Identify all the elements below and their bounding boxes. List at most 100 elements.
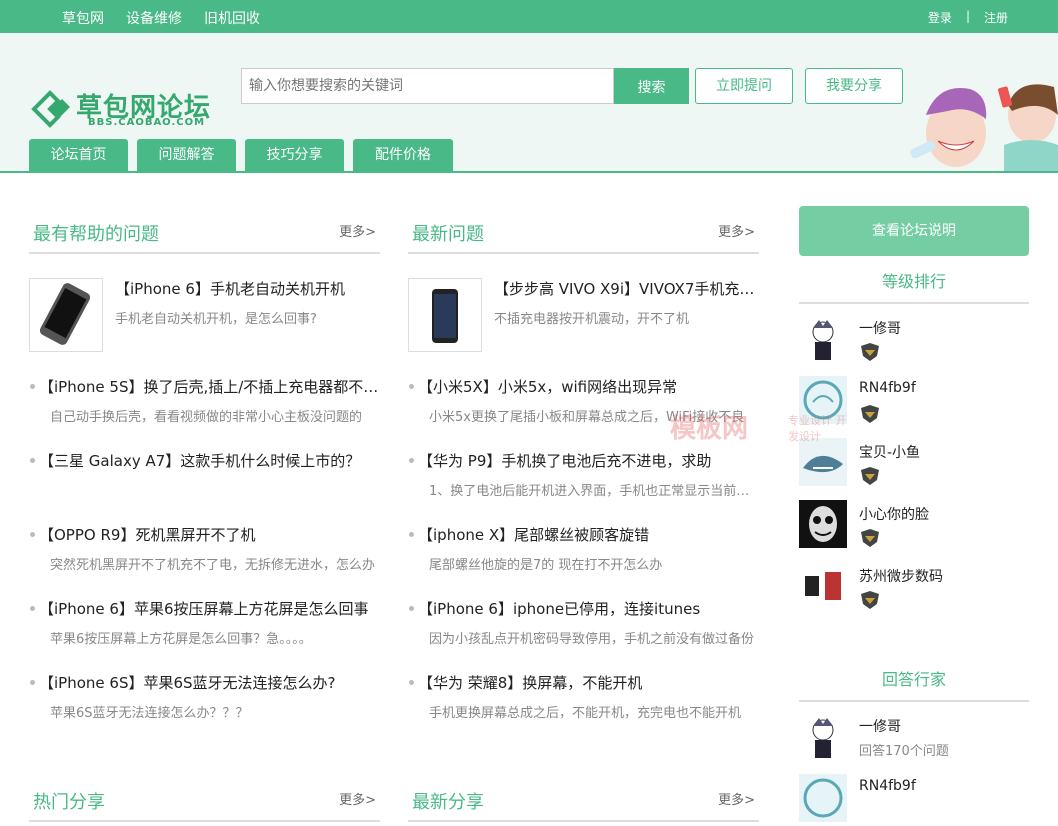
avatar[interactable]: [799, 314, 847, 362]
cartoon-avatar-icon: [799, 314, 847, 362]
bullet-icon: [30, 680, 35, 685]
site-logo[interactable]: 草包网论坛 BBS.CAOBAO.COM: [30, 85, 220, 133]
item-title[interactable]: 【iPhone 6】iphone已停用，连接itunes: [418, 598, 759, 619]
more-link[interactable]: 更多>: [339, 221, 376, 240]
avatar[interactable]: [799, 774, 847, 822]
rank-name[interactable]: RN4fb9f: [859, 380, 916, 396]
phone-thumbnail[interactable]: [408, 278, 482, 352]
avatar[interactable]: [799, 562, 847, 610]
avatar[interactable]: [799, 438, 847, 486]
featured-question[interactable]: 【iPhone 6】手机老自动关机开机 手机老自动关机开机，是怎么回事?: [29, 278, 380, 352]
more-link[interactable]: 更多>: [718, 221, 755, 240]
search-button[interactable]: 搜索: [614, 68, 689, 104]
featured-question[interactable]: 【步步高 VIVO X9i】VIVOX7手机充电问题 不插充电器按开机震动，开不…: [408, 278, 759, 352]
list-item[interactable]: 【华为 荣耀8】换屏幕，不能开机 手机更换屏幕总成之后，不能开机，充完电也不能开机: [408, 672, 759, 746]
list-item[interactable]: 【小米5X】小米5x，wifi网络出现异常 小米5x更换了尾插小板和屏幕总成之后，…: [408, 376, 759, 450]
tab-forum-home[interactable]: 论坛首页: [29, 139, 128, 171]
list-item[interactable]: 【iPhone 6】苹果6按压屏幕上方花屏是怎么回事苹果6按压屏幕上方花屏是怎么…: [29, 598, 380, 672]
search-input[interactable]: [241, 68, 614, 104]
expert-answer-count: 回答170个问题: [859, 744, 949, 759]
sidebar: 查看论坛说明 等级排行 一修哥 RN4fb9f 宝贝-小鱼 小心你的脸 苏州微步…: [799, 206, 1029, 826]
avatar[interactable]: [799, 500, 847, 548]
item-title[interactable]: 【iphone X】尾部螺丝被顾客旋错: [418, 524, 759, 545]
answer-experts-title: 回答行家: [799, 654, 1029, 702]
mask-avatar-icon: [799, 500, 847, 548]
rank-name[interactable]: 苏州微步数码: [859, 566, 943, 586]
item-title[interactable]: 【OPPO R9】死机黑屏开不了机: [39, 524, 380, 545]
main-tabs: 论坛首页 问题解答 技巧分享 配件价格: [29, 139, 462, 171]
logo-avatar-icon: [799, 562, 847, 610]
expert-name[interactable]: RN4fb9f: [859, 778, 916, 794]
section-title: 热门分享: [33, 792, 105, 813]
item-title[interactable]: 【iPhone 6】苹果6按压屏幕上方花屏是怎么回事: [39, 598, 380, 619]
rank-item[interactable]: 苏州微步数码: [799, 552, 1029, 614]
list-item[interactable]: 【iphone X】尾部螺丝被顾客旋错尾部螺丝他旋的是7的 现在打不开怎么办: [408, 524, 759, 598]
rank-name[interactable]: 小心你的脸: [859, 504, 929, 524]
item-title[interactable]: 【华为 荣耀8】换屏幕，不能开机: [418, 672, 759, 693]
item-desc: 因为小孩乱点开机密码导致停用，手机之前没有做过备份: [429, 632, 755, 647]
register-link[interactable]: 注册: [984, 9, 1008, 26]
list-item[interactable]: 【iPhone 6S】苹果6S蓝牙无法连接怎么办? 苹果6S蓝牙无法连接怎么办？？…: [29, 672, 380, 746]
avatar[interactable]: [799, 376, 847, 424]
featured-title[interactable]: 【步步高 VIVO X9i】VIVOX7手机充电问题: [494, 278, 759, 299]
expert-name[interactable]: 一修哥: [859, 716, 901, 736]
avatar[interactable]: [799, 712, 847, 760]
list-item[interactable]: 【iPhone 6】iphone已停用，连接itunes 因为小孩乱点开机密码导致…: [408, 598, 759, 672]
item-desc: 1、换了电池后能开机进入界面，手机也正常显示当前电量: [429, 484, 759, 499]
bullet-icon: [30, 458, 35, 463]
level-badge-icon: [861, 529, 879, 547]
list-item[interactable]: 【OPPO R9】死机黑屏开不了机 突然死机黑屏开不了机充不了电，无拆修无进水，怎…: [29, 524, 380, 598]
more-link[interactable]: 更多>: [718, 789, 755, 808]
bullet-icon: [409, 458, 414, 463]
forum-guide-button[interactable]: 查看论坛说明: [799, 206, 1029, 256]
level-badge-icon: [861, 467, 879, 485]
item-title[interactable]: 【iPhone 5S】换了后壳,插上/不插上充电器都不开机: [39, 376, 380, 397]
more-link[interactable]: 更多>: [339, 789, 376, 808]
logo-subtitle: BBS.CAOBAO.COM: [88, 117, 206, 128]
tab-parts-price[interactable]: 配件价格: [353, 139, 453, 171]
search-bar: 搜索: [241, 68, 689, 104]
rank-name[interactable]: 一修哥: [859, 318, 901, 338]
tab-tips[interactable]: 技巧分享: [245, 139, 344, 171]
list-item[interactable]: 【华为 P9】手机换了电池后充不进电，求助 1、换了电池后能开机进入界面，手机也正…: [408, 450, 759, 524]
item-desc: 苹果6S蓝牙无法连接怎么办？？？: [50, 706, 249, 721]
item-desc: 尾部螺丝他旋的是7的 现在打不开怎么办: [429, 558, 663, 573]
tab-qa[interactable]: 问题解答: [137, 139, 236, 171]
expert-item[interactable]: 一修哥 回答170个问题: [799, 702, 1029, 764]
section-header: 最新分享 更多>: [408, 774, 759, 822]
list-item[interactable]: 【iPhone 5S】换了后壳,插上/不插上充电器都不开机 自己动手换后壳，看看视…: [29, 376, 380, 450]
item-title[interactable]: 【三星 Galaxy A7】这款手机什么时候上市的？: [39, 450, 380, 471]
emblem-avatar-icon: [799, 376, 847, 424]
bullet-icon: [409, 606, 414, 611]
cartoon-avatar-icon: [799, 712, 847, 760]
login-link[interactable]: 登录: [928, 9, 952, 26]
item-title[interactable]: 【iPhone 6S】苹果6S蓝牙无法连接怎么办?: [39, 672, 380, 693]
item-title[interactable]: 【华为 P9】手机换了电池后充不进电，求助: [418, 450, 759, 471]
bullet-icon: [409, 384, 414, 389]
rank-item[interactable]: 小心你的脸: [799, 490, 1029, 552]
ask-question-button[interactable]: 立即提问: [695, 68, 793, 104]
auth-links: 登录 | 注册: [928, 9, 1008, 26]
level-badge-icon: [861, 591, 879, 609]
latest-questions-section: 最新问题 更多> 【步步高 VIVO X9i】VIVOX7手机充电问题 不插充电…: [408, 206, 759, 746]
item-title[interactable]: 【小米5X】小米5x，wifi网络出现异常: [418, 376, 759, 397]
rank-item[interactable]: RN4fb9f: [799, 366, 1029, 428]
list-item[interactable]: 【三星 Galaxy A7】这款手机什么时候上市的？: [29, 450, 380, 524]
featured-title[interactable]: 【iPhone 6】手机老自动关机开机: [115, 278, 380, 299]
section-title: 最新问题: [412, 224, 484, 245]
emblem-avatar-icon: [799, 774, 847, 822]
bullet-icon: [30, 606, 35, 611]
expert-item[interactable]: RN4fb9f: [799, 764, 1029, 826]
rank-name[interactable]: 宝贝-小鱼: [859, 442, 920, 462]
rank-item[interactable]: 宝贝-小鱼: [799, 428, 1029, 490]
rank-item[interactable]: 一修哥: [799, 304, 1029, 366]
top-nav-recycle[interactable]: 旧机回收: [204, 8, 260, 28]
top-nav-repair[interactable]: 设备维修: [126, 8, 182, 28]
item-desc: 苹果6按压屏幕上方花屏是怎么回事？急。。。。: [50, 632, 312, 647]
level-badge-icon: [861, 343, 879, 361]
phone-thumbnail[interactable]: [29, 278, 103, 352]
share-button[interactable]: 我要分享: [805, 68, 903, 104]
section-title: 最新分享: [412, 792, 484, 813]
top-nav-home[interactable]: 草包网: [62, 8, 104, 28]
bullet-icon: [409, 532, 414, 537]
